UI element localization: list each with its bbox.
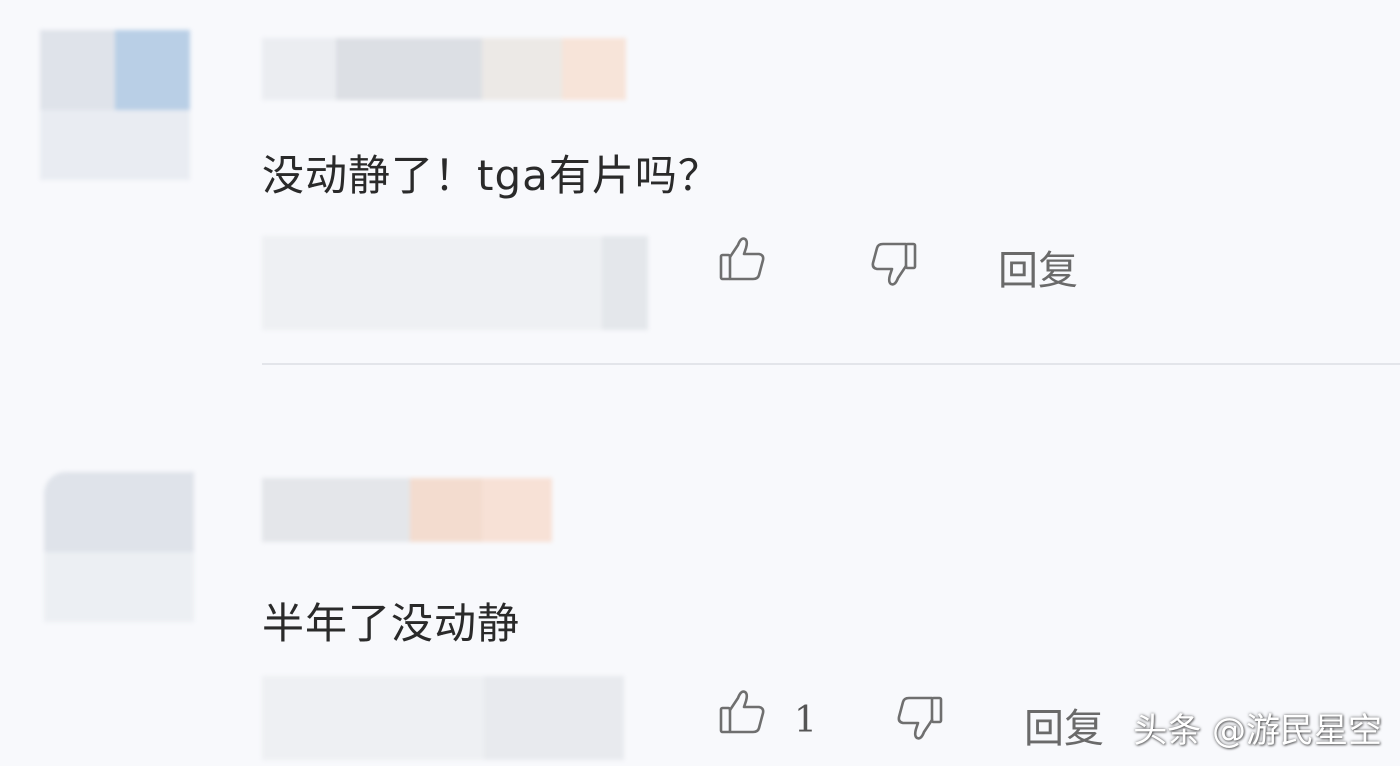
comment-text: 没动静了！tga有片吗？ (262, 151, 721, 200)
username-redacted[interactable] (262, 38, 626, 100)
comment-text: 半年了没动静 (262, 599, 521, 648)
thumbs-up-icon[interactable] (716, 233, 770, 287)
comment-page: 没动静了！tga有片吗？ 回复 半年了没动静 1 回复 头条 @游民星空 (0, 0, 1400, 766)
reply-button[interactable]: 回复 (998, 238, 1078, 296)
avatar[interactable] (40, 30, 190, 180)
reply-button[interactable]: 回复 (1024, 696, 1104, 754)
timestamp-redacted (262, 676, 624, 760)
avatar[interactable] (44, 472, 194, 622)
thumbs-down-icon[interactable] (866, 236, 920, 290)
timestamp-redacted (262, 236, 648, 330)
username-redacted[interactable] (262, 478, 552, 542)
like-count: 1 (794, 700, 817, 741)
thumbs-up-icon[interactable] (716, 686, 770, 740)
watermark: 头条 @游民星空 (1133, 711, 1382, 751)
comment-divider (262, 363, 1400, 365)
thumbs-down-icon[interactable] (892, 690, 946, 744)
